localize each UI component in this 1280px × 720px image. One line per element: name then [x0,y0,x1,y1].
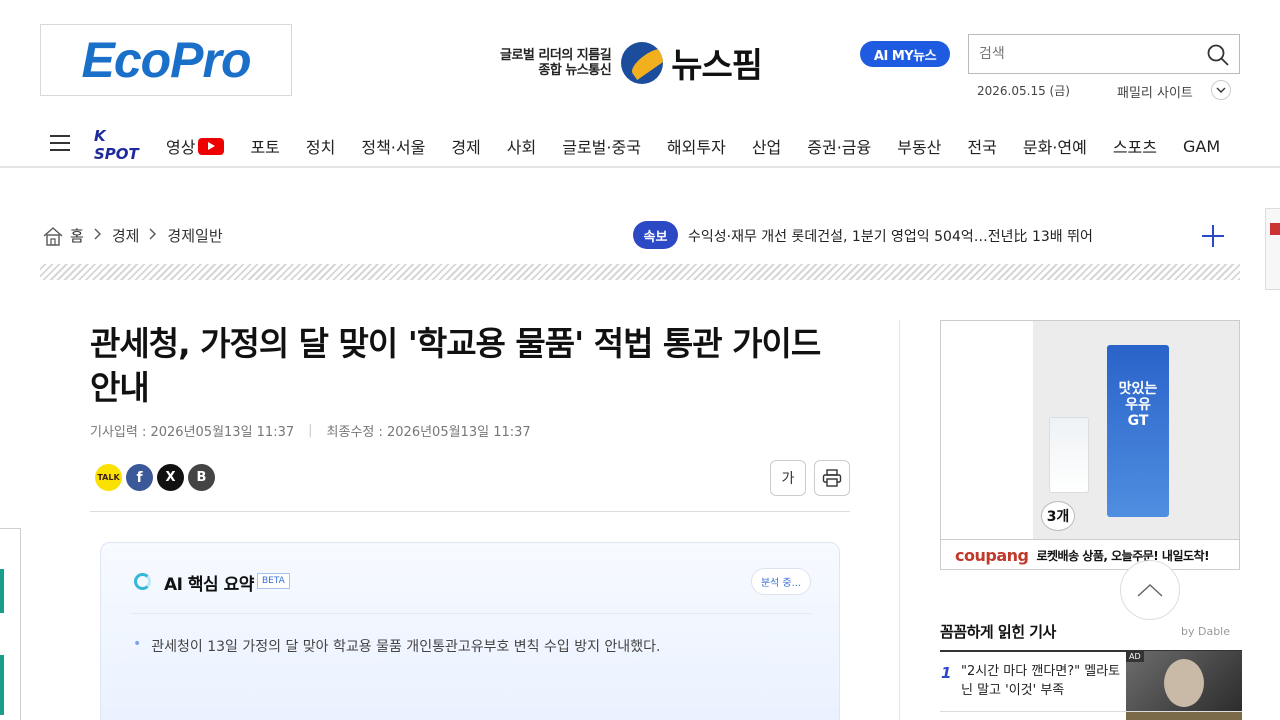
left-side-banner[interactable] [0,528,21,720]
nav-item-overseas-invest[interactable]: 해외투자 [667,134,726,158]
meta-divider: | [308,423,313,438]
nav-items: 영상 포토 정치 정책·서울 경제 사회 글로벌·중국 해외투자 산업 증권·금… [166,134,1246,158]
milk-glass-image [1049,417,1089,493]
ai-summary-title: AI 핵심 요약 [164,575,254,595]
breadcrumb: 홈 경제 경제일반 [42,225,223,246]
coupang-logo: coupang [955,546,1029,565]
main-nav: K SPOT 영상 포토 정치 정책·서울 경제 사회 글로벌·중국 해외투자 … [0,122,1280,168]
page: EcoPro 글로벌 리더의 지름길 종합 뉴스통신 뉴스핌 AI MY뉴스 2… [0,0,1280,720]
nav-item-label: 영상 [166,138,196,157]
blog-share-icon[interactable]: B [188,464,215,491]
right-side-banner[interactable] [1265,208,1280,290]
search-box [968,34,1240,74]
most-read-thumbnail-next[interactable] [1126,712,1242,720]
font-size-button[interactable]: 가 [770,460,806,496]
ad-label: AD [1126,651,1144,662]
breaking-badge: 속보 [633,221,678,249]
article-meta: 기사입력 : 2026년05월13일 11:37 | 최종수정 : 2026년0… [90,421,531,440]
nav-item-securities[interactable]: 증권·금융 [807,134,871,158]
nav-item-society[interactable]: 사회 [507,134,536,158]
ad-copy: 로켓배송 상품, 오늘주문! 내일도착! [1036,549,1210,563]
home-icon[interactable] [42,226,64,246]
left-banner-glyph [0,655,4,715]
facebook-share-icon[interactable]: f [126,464,153,491]
kakaotalk-share-icon[interactable]: TALK [95,464,122,491]
brand-tagline-line2: 종합 뉴스통신 [538,62,612,78]
ad-footer: coupang 로켓배송 상품, 오늘주문! 내일도착! [941,539,1239,569]
menu-icon[interactable] [50,135,70,151]
nav-item-nationwide[interactable]: 전국 [967,134,996,158]
search-input[interactable] [969,35,1189,73]
chevron-up-icon [1137,584,1163,597]
ai-summary-divider [131,613,811,614]
plus-icon[interactable] [1200,223,1226,249]
dable-credit[interactable]: by Dable [1181,625,1230,638]
brand-logo-icon [621,41,664,84]
youtube-icon [198,137,225,155]
ai-summary-bullet: • 관세청이 13일 가정의 달 맞아 학교용 물품 개인통관고유부호 변칙 수… [133,636,660,656]
nav-item-photo[interactable]: 포토 [250,134,279,158]
article-title: 관세청, 가정의 달 맞이 '학교용 물품' 적법 통관 가이드 안내 [90,324,821,407]
right-banner-mark [1270,223,1280,235]
ecopro-logo-text: EcoPro [81,32,251,88]
most-read-thumbnail[interactable]: AD [1126,651,1242,711]
kspot-logo[interactable]: K SPOT [94,127,142,163]
hatch-divider [40,264,1240,280]
site-brand[interactable]: 글로벌 리더의 지름길 종합 뉴스통신 뉴스핌 [500,38,763,87]
nav-item-video[interactable]: 영상 [166,134,225,158]
ai-my-news-button[interactable]: AI MY뉴스 [860,41,950,67]
nav-item-politics[interactable]: 정치 [306,134,335,158]
ai-summary-text: 관세청이 13일 가정의 달 맞아 학교용 물품 개인통관고유부호 변칙 수입 … [151,639,661,655]
nav-item-culture[interactable]: 문화·연예 [1023,134,1087,158]
beta-badge: BETA [257,573,290,589]
breaking-news-link[interactable]: 수익성·재무 개선 롯데건설, 1분기 영업익 504억…전년比 13배 뛰어 [688,226,1093,246]
updated-time: 최종수정 : 2026년05월13일 11:37 [326,425,531,440]
ai-status-button[interactable]: 분석 중... [751,568,811,595]
search-icon[interactable] [1205,42,1231,68]
published-time: 기사입력 : 2026년05월13일 11:37 [90,425,295,440]
scroll-top-button[interactable] [1120,560,1180,620]
chevron-down-icon[interactable] [1211,80,1231,100]
nav-item-gam[interactable]: GAM [1183,134,1220,158]
nav-item-economy[interactable]: 경제 [451,134,480,158]
ad-count-badge: 3개 [1041,501,1075,531]
breadcrumb-economy[interactable]: 경제 [112,225,140,246]
coupang-ad[interactable]: 맛있는 우유 GT 3개 coupang 로켓배송 상품, 오늘주문! 내일도착… [940,320,1240,570]
family-site-label[interactable]: 패밀리 사이트 [1117,82,1193,101]
nav-item-policy-seoul[interactable]: 정책·서울 [361,134,425,158]
most-read-item-link[interactable]: "2시간 마다 깬다면?" 멜라토닌 말고 '이것' 부족 [961,662,1121,700]
most-read-title: 꼼꼼하게 읽힌 기사 [940,623,1056,641]
chevron-right-icon [149,228,157,244]
ai-summary-box: AI 핵심 요약 BETA 분석 중... • 관세청이 13일 가정의 달 맞… [100,542,840,720]
brand-tagline: 글로벌 리더의 지름길 종합 뉴스통신 [500,47,612,78]
nav-item-realestate[interactable]: 부동산 [897,134,941,158]
bullet-dot-icon: • [133,636,142,652]
share-buttons: TALK f X B [95,464,219,491]
nav-item-sports[interactable]: 스포츠 [1113,134,1157,158]
article-divider [90,511,850,512]
brand-tagline-line1: 글로벌 리더의 지름길 [500,47,612,63]
nav-item-industry[interactable]: 산업 [752,134,781,158]
ecopro-ad-logo[interactable]: EcoPro [40,24,292,96]
breadcrumb-economy-general[interactable]: 경제일반 [167,225,222,246]
x-share-icon[interactable]: X [157,464,184,491]
chevron-right-icon [94,228,102,244]
ad-product-label: 맛있는 우유 GT [1118,381,1158,429]
brand-name: 뉴스핌 [671,46,763,86]
column-divider [899,320,900,720]
current-date: 2026.05.15 (금) [977,84,1070,98]
print-icon[interactable] [814,460,850,496]
left-banner-glyph [0,569,4,613]
most-read-rank: 1 [941,664,952,682]
loading-spinner-icon [134,573,151,590]
milk-carton-image [1107,345,1169,517]
breadcrumb-home[interactable]: 홈 [70,225,84,246]
nav-item-global-china[interactable]: 글로벌·중국 [562,134,641,158]
thumbnail-face [1164,659,1204,707]
